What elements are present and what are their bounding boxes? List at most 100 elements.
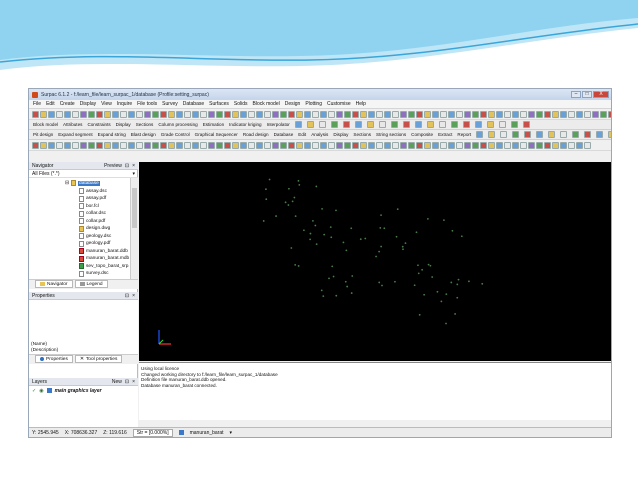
toolbar-icon[interactable]: [296, 141, 303, 149]
toolbar-icon[interactable]: [488, 141, 495, 149]
toolbar-icon[interactable]: [432, 141, 439, 149]
tab-display[interactable]: Display: [333, 132, 348, 137]
toolbar-icon[interactable]: [408, 110, 415, 118]
toolbar-icon[interactable]: [144, 141, 151, 149]
toolbar-icon[interactable]: [560, 110, 567, 118]
close-pane-icon[interactable]: ×: [132, 163, 135, 169]
toolbar-icon[interactable]: [184, 110, 191, 118]
menu-view[interactable]: View: [101, 101, 112, 107]
toolbar-icon[interactable]: [584, 141, 591, 149]
toolbar-icon[interactable]: [568, 141, 575, 149]
toolbar-icon[interactable]: [528, 110, 535, 118]
toolbar-icon[interactable]: [352, 110, 359, 118]
toolbar-icon[interactable]: [306, 121, 314, 128]
tab-sections[interactable]: Sections: [353, 132, 371, 137]
toolbar-icon[interactable]: [576, 110, 583, 118]
menu-customise[interactable]: Customise: [327, 101, 351, 107]
toolbar-icon[interactable]: [96, 141, 103, 149]
toolbar-icon[interactable]: [486, 121, 494, 128]
tab-block-model[interactable]: Block model: [33, 122, 58, 127]
toolbar-icon[interactable]: [294, 121, 302, 128]
toolbar-icon[interactable]: [240, 141, 247, 149]
toolbar-icon[interactable]: [312, 110, 319, 118]
toolbar-icon[interactable]: [584, 110, 591, 118]
tab-estimation[interactable]: Estimation: [203, 122, 224, 127]
toolbar-icon[interactable]: [480, 110, 487, 118]
toolbar-icon[interactable]: [438, 121, 446, 128]
toolbar-icon[interactable]: [330, 121, 338, 128]
toolbar-icon[interactable]: [560, 141, 567, 149]
new-layer-button[interactable]: New: [112, 379, 122, 385]
close-pane-icon[interactable]: ×: [132, 293, 135, 299]
toolbar-icon[interactable]: [152, 110, 159, 118]
close-pane-icon[interactable]: ×: [132, 379, 135, 385]
status-database[interactable]: manuran_barat: [190, 430, 224, 436]
toolbar-icon[interactable]: [568, 110, 575, 118]
toolbar-icon[interactable]: [208, 141, 215, 149]
toolbar-icon[interactable]: [336, 110, 343, 118]
toolbar-icon[interactable]: [522, 121, 530, 128]
minimize-button[interactable]: –: [571, 91, 581, 98]
toolbar-icon[interactable]: [352, 141, 359, 149]
menu-plotting[interactable]: Plotting: [305, 101, 322, 107]
toolbar-icon[interactable]: [548, 131, 556, 138]
menu-block-model[interactable]: Block model: [253, 101, 280, 107]
toolbar-icon[interactable]: [72, 110, 79, 118]
toolbar-icon[interactable]: [608, 131, 611, 138]
tab-grade-control[interactable]: Grade Control: [161, 132, 190, 137]
tab-string-sections[interactable]: String sections: [376, 132, 406, 137]
toolbar-icon[interactable]: [280, 141, 287, 149]
toolbar-icon[interactable]: [360, 110, 367, 118]
toolbar-icon[interactable]: [400, 141, 407, 149]
toolbar-icon[interactable]: [264, 141, 271, 149]
toolbar-icon[interactable]: [416, 110, 423, 118]
toolbar-icon[interactable]: [272, 110, 279, 118]
toolbar-icon[interactable]: [608, 110, 611, 118]
toolbar-icon[interactable]: [208, 110, 215, 118]
toolbar-icon[interactable]: [544, 110, 551, 118]
menu-file[interactable]: File: [33, 101, 41, 107]
toolbar-icon[interactable]: [80, 110, 87, 118]
toolbar-icon[interactable]: [536, 131, 544, 138]
toolbar-icon[interactable]: [496, 110, 503, 118]
menu-edit[interactable]: Edit: [46, 101, 55, 107]
tab-blast-design[interactable]: Blast design: [131, 132, 156, 137]
toolbar-icon[interactable]: [592, 110, 599, 118]
menu-design[interactable]: Design: [285, 101, 301, 107]
toolbar-icon[interactable]: [448, 110, 455, 118]
toolbar-icon[interactable]: [384, 110, 391, 118]
tab-legend[interactable]: Legend: [74, 280, 108, 288]
tab-analysis[interactable]: Analysis: [311, 132, 328, 137]
toolbar-icon[interactable]: [512, 131, 520, 138]
tab-display[interactable]: Display: [116, 122, 131, 127]
toolbar-icon[interactable]: [192, 110, 199, 118]
toolbar-icon[interactable]: [56, 141, 63, 149]
toolbar-icon[interactable]: [160, 110, 167, 118]
close-button[interactable]: X: [593, 91, 609, 98]
toolbar-icon[interactable]: [432, 110, 439, 118]
toolbar-icon[interactable]: [216, 110, 223, 118]
tab-interpolator[interactable]: Interpolator: [267, 122, 290, 127]
toolbar-icon[interactable]: [32, 141, 39, 149]
toolbar-icon[interactable]: [520, 141, 527, 149]
menu-database[interactable]: Database: [183, 101, 204, 107]
toolbar-icon[interactable]: [304, 141, 311, 149]
menu-surfaces[interactable]: Surfaces: [209, 101, 229, 107]
toolbar-icon[interactable]: [104, 110, 111, 118]
toolbar-icon[interactable]: [456, 141, 463, 149]
toolbar-icon[interactable]: [336, 141, 343, 149]
toolbar-icon[interactable]: [480, 141, 487, 149]
toolbar-icon[interactable]: [64, 110, 71, 118]
toolbar-icon[interactable]: [248, 110, 255, 118]
menu-create[interactable]: Create: [60, 101, 75, 107]
toolbar-icon[interactable]: [510, 121, 518, 128]
toolbar-icon[interactable]: [376, 110, 383, 118]
checkmark-icon[interactable]: ✓: [32, 388, 36, 394]
tab-constraints[interactable]: Constraints: [87, 122, 110, 127]
toolbar-icon[interactable]: [328, 110, 335, 118]
toolbar-icon[interactable]: [500, 131, 508, 138]
toolbar-icon[interactable]: [120, 141, 127, 149]
tab-road-design[interactable]: Road design: [243, 132, 269, 137]
toolbar-icon[interactable]: [152, 141, 159, 149]
layer-item[interactable]: ✓ ◉ main graphics layer: [29, 386, 138, 395]
